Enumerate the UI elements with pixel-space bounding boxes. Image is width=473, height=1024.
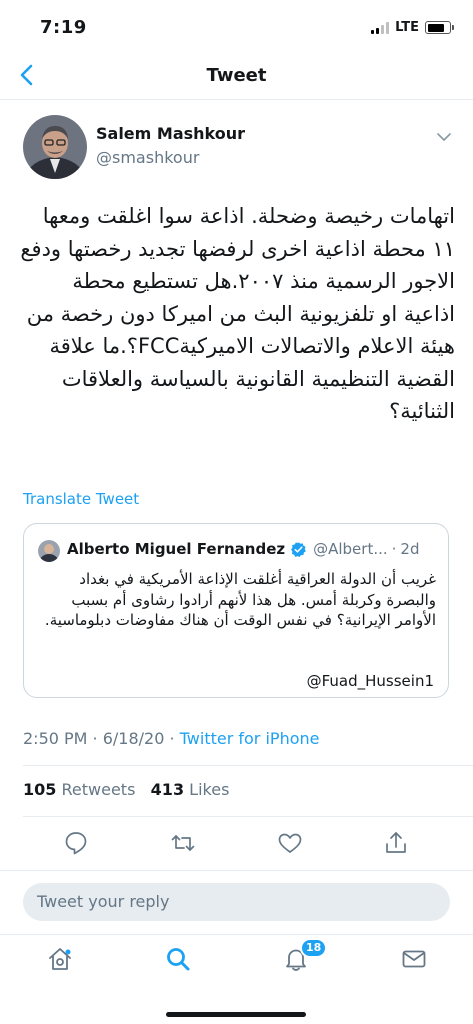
tweet-timestamp: 2:50 PM · 6/18/20 ·	[23, 729, 180, 748]
quoted-separator: ·	[391, 540, 397, 558]
retweets-label[interactable]: Retweets	[62, 780, 136, 799]
likes-count[interactable]: 413	[151, 780, 184, 799]
reply-icon[interactable]	[63, 830, 89, 856]
quoted-time: 2d	[400, 540, 420, 558]
quoted-author-name: Alberto Miguel Fernandez	[67, 540, 286, 558]
notifications-badge: 18	[300, 938, 328, 958]
signal-icon	[371, 21, 390, 34]
author-handle[interactable]: @smashkour	[96, 148, 199, 167]
page-title: Tweet	[206, 65, 267, 86]
quoted-avatar	[38, 540, 60, 562]
reply-input[interactable]: Tweet your reply	[23, 883, 450, 921]
status-bar: 7:19 LTE	[0, 0, 473, 52]
quoted-handle: @Albert...	[313, 540, 388, 558]
quoted-mention: @Fuad_Hussein1	[306, 672, 434, 690]
retweets-count[interactable]: 105	[23, 780, 56, 799]
tab-bar: 18	[0, 934, 473, 984]
home-indicator	[166, 1012, 306, 1017]
likes-label[interactable]: Likes	[189, 780, 229, 799]
tweet-meta: 2:50 PM · 6/18/20 · Twitter for iPhone	[23, 729, 319, 748]
tweet-stats: 105 Retweets 413 Likes	[23, 780, 229, 799]
search-icon[interactable]	[164, 945, 192, 973]
battery-icon	[425, 21, 454, 34]
verified-icon	[291, 541, 306, 557]
quoted-tweet[interactable]: Alberto Miguel Fernandez @Albert... · 2d…	[23, 523, 449, 698]
network-label: LTE	[395, 20, 419, 35]
messages-envelope-icon[interactable]	[400, 945, 428, 973]
chevron-down-icon[interactable]	[435, 128, 453, 146]
divider	[23, 765, 473, 766]
tweet-text: اتهامات رخيصة وضحلة. اذاعة سوا اغلقت ومع…	[20, 204, 455, 423]
reply-bar: Tweet your reply	[0, 870, 473, 930]
avatar[interactable]	[23, 115, 87, 179]
status-time: 7:19	[40, 17, 87, 38]
retweet-icon[interactable]	[170, 830, 196, 856]
translate-tweet-link[interactable]: Translate Tweet	[23, 490, 139, 508]
author-name[interactable]: Salem Mashkour	[96, 124, 245, 143]
divider	[23, 816, 473, 817]
share-icon[interactable]	[383, 830, 409, 856]
tweet-actions	[0, 826, 473, 862]
status-indicators: LTE	[371, 20, 454, 35]
tweet-source-link[interactable]: Twitter for iPhone	[180, 729, 320, 748]
quoted-text: غريب أن الدولة العراقية أغلقت الإذاعة ال…	[44, 570, 436, 629]
nav-bar: Tweet	[0, 52, 473, 100]
quoted-header: Alberto Miguel Fernandez @Albert... · 2d	[67, 540, 442, 558]
home-icon[interactable]	[46, 945, 74, 973]
like-heart-icon[interactable]	[277, 830, 303, 856]
